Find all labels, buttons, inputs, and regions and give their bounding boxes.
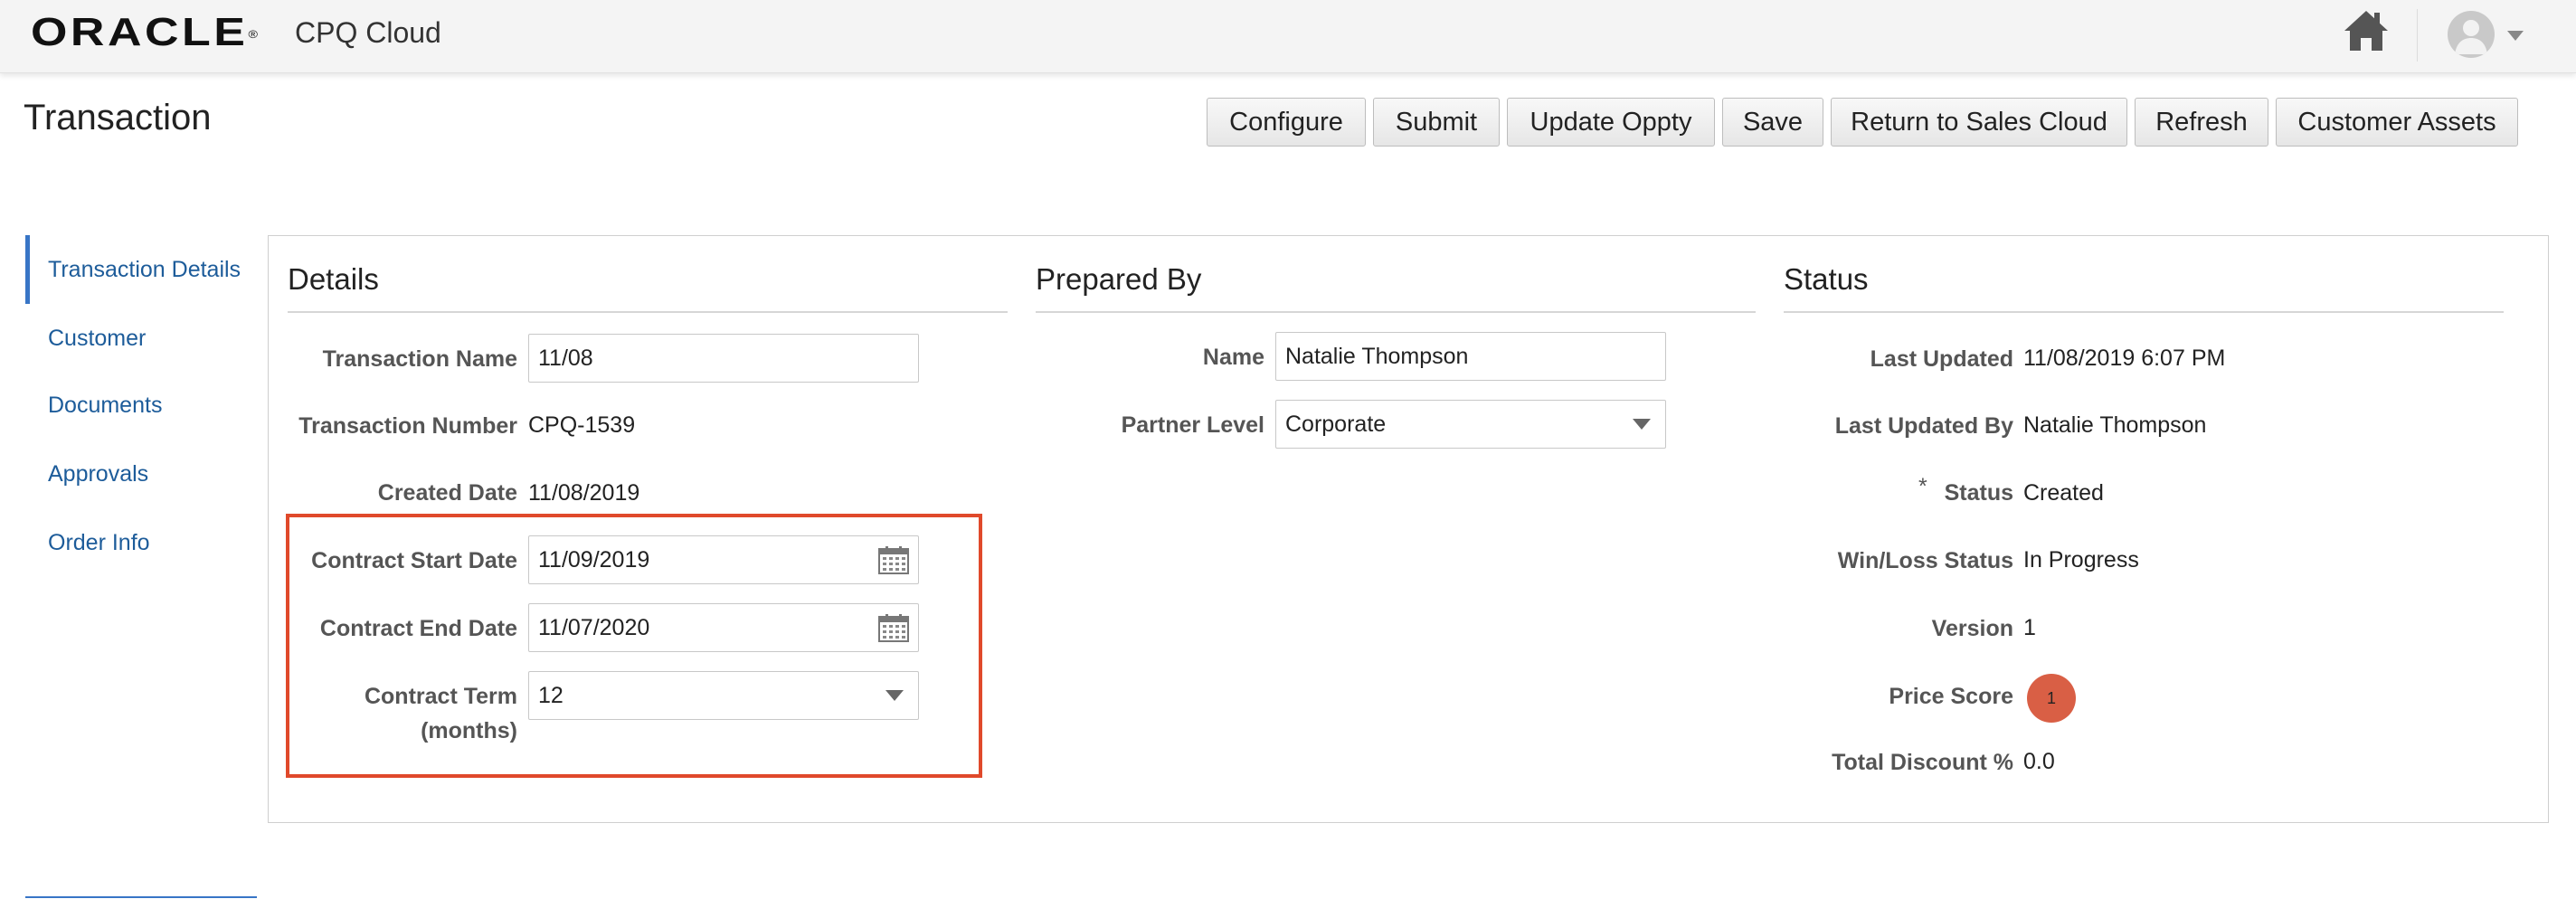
prepared-by-name-input[interactable]: Natalie Thompson	[1275, 332, 1666, 381]
version-label: Version	[1931, 616, 2013, 641]
details-divider	[288, 311, 1008, 313]
product-name: CPQ Cloud	[295, 16, 441, 49]
price-score-badge: 1	[2027, 674, 2076, 723]
transaction-number-value: CPQ-1539	[528, 412, 636, 438]
nav-item-documents[interactable]: Documents	[48, 393, 162, 419]
contract-start-date-label: Contract Start Date	[311, 548, 517, 573]
version-value: 1	[2023, 615, 2036, 640]
prepared-by-name-label: Name	[1202, 345, 1264, 370]
save-button[interactable]: Save	[1722, 98, 1823, 147]
chevron-down-icon[interactable]	[2507, 31, 2524, 41]
top-bar: ORACLE® CPQ Cloud	[0, 0, 2576, 73]
price-score-label: Price Score	[1889, 684, 2013, 709]
win-loss-status-label: Win/Loss Status	[1837, 548, 2013, 573]
required-asterisk: *	[1918, 474, 1927, 499]
nav-item-customer[interactable]: Customer	[48, 326, 146, 352]
details-section-title: Details	[288, 262, 379, 296]
avatar-icon[interactable]	[2448, 11, 2495, 58]
contract-end-date-input[interactable]: 11/07/2020	[528, 603, 919, 652]
prepared-by-section-title: Prepared By	[1036, 262, 1202, 296]
header-divider	[2417, 9, 2418, 62]
customer-assets-button[interactable]: Customer Assets	[2276, 98, 2518, 147]
nav-item-order-info[interactable]: Order Info	[48, 530, 150, 556]
last-updated-label: Last Updated	[1870, 346, 2013, 372]
last-updated-value: 11/08/2019 6:07 PM	[2023, 345, 2226, 371]
update-oppty-button[interactable]: Update Oppty	[1507, 98, 1715, 147]
calendar-icon[interactable]	[878, 545, 909, 574]
win-loss-status-value: In Progress	[2023, 547, 2139, 573]
refresh-button[interactable]: Refresh	[2135, 98, 2268, 147]
partner-level-label: Partner Level	[1121, 412, 1264, 438]
status-value: Created	[2023, 480, 2104, 506]
status-label: Status	[1944, 480, 2013, 506]
contract-start-date-input[interactable]: 11/09/2019	[528, 535, 919, 584]
nav-item-approvals[interactable]: Approvals	[48, 461, 148, 487]
nav-active-indicator	[25, 235, 30, 304]
home-icon[interactable]	[2343, 7, 2390, 54]
return-to-sales-cloud-button[interactable]: Return to Sales Cloud	[1831, 98, 2127, 147]
contract-term-label: Contract Term (months)	[364, 684, 517, 743]
prepared-by-divider	[1036, 311, 1756, 313]
oracle-logo: ORACLE®	[31, 10, 258, 54]
status-section-title: Status	[1784, 262, 1869, 296]
transaction-number-label: Transaction Number	[298, 413, 517, 439]
calendar-icon[interactable]	[878, 613, 909, 642]
chevron-down-icon[interactable]	[1633, 419, 1651, 430]
contract-term-select[interactable]: 12	[528, 671, 919, 720]
partner-level-select[interactable]: Corporate	[1275, 400, 1666, 449]
total-discount-label: Total Discount %	[1832, 750, 2013, 775]
last-updated-by-value: Natalie Thompson	[2023, 412, 2207, 438]
created-date-label: Created Date	[377, 480, 517, 506]
configure-button[interactable]: Configure	[1207, 98, 1366, 147]
page-title: Transaction	[24, 98, 212, 137]
chevron-down-icon[interactable]	[886, 690, 904, 701]
contract-end-date-label: Contract End Date	[319, 616, 517, 641]
created-date-value: 11/08/2019	[528, 480, 640, 506]
nav-item-transaction-details[interactable]: Transaction Details	[48, 257, 241, 283]
total-discount-value: 0.0	[2023, 749, 2055, 774]
status-divider	[1784, 311, 2504, 313]
submit-button[interactable]: Submit	[1373, 98, 1500, 147]
last-updated-by-label: Last Updated By	[1834, 413, 2013, 439]
transaction-name-input[interactable]: 11/08	[528, 334, 919, 383]
transaction-name-label: Transaction Name	[322, 346, 517, 372]
bottom-accent-line	[25, 896, 257, 898]
